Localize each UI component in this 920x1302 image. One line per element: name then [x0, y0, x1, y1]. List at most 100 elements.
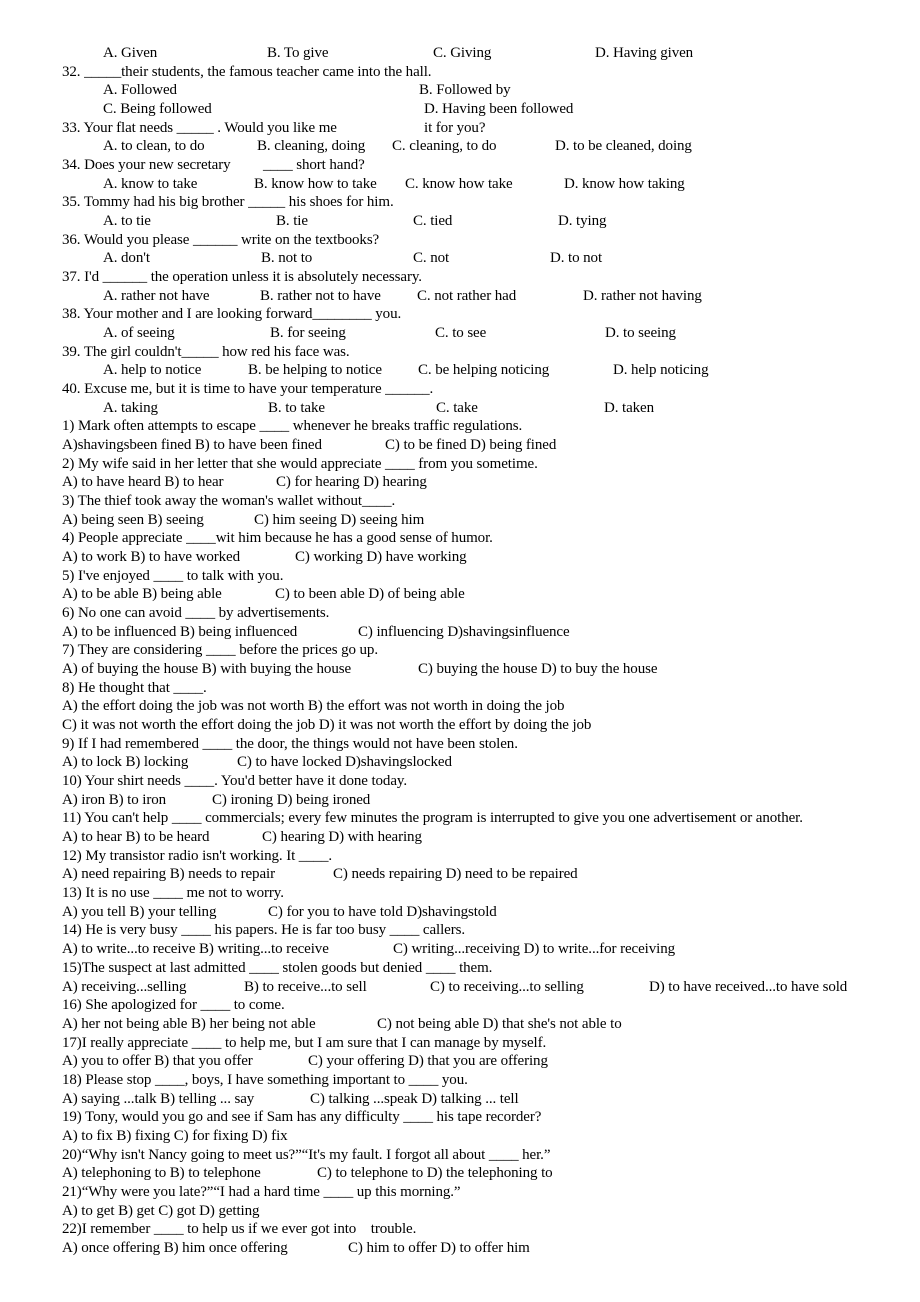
answer-option: C. not rather had — [417, 287, 517, 304]
question-text: 5) I've enjoyed ____ to talk with you. — [62, 567, 284, 584]
answer-option: A) to work B) to have worked — [62, 549, 240, 566]
answer-option: C) influencing D)shavingsinfluence — [358, 623, 570, 640]
answer-option: D. to not — [550, 250, 603, 267]
answer-option: A. rather not have — [103, 287, 210, 304]
answer-option: D. taken — [604, 399, 655, 416]
answer-option: B. for seeing — [270, 325, 346, 342]
question-text: 35. Tommy had his big brother _____ his … — [62, 194, 394, 211]
answer-option: C) needs repairing D) need to be repaire… — [333, 866, 578, 883]
answer-option: A) receiving...selling — [62, 978, 187, 995]
answer-option: A. help to notice — [103, 362, 202, 379]
question-text: ____ short hand? — [263, 157, 365, 174]
answer-option: C) to receiving...to selling — [430, 978, 584, 995]
answer-option: B. to take — [268, 399, 325, 416]
answer-option: C) him seeing D) seeing him — [254, 511, 425, 528]
answer-option: C) for hearing D) hearing — [276, 474, 427, 491]
answer-option: A)shavingsbeen fined B) to have been fin… — [62, 437, 322, 454]
answer-option: C) to been able D) of being able — [275, 586, 465, 603]
answer-option: A) to fix B) fixing C) for fixing D) fix — [62, 1127, 288, 1144]
answer-option: C. Giving — [433, 45, 492, 61]
answer-option: C) working D) have working — [295, 549, 467, 566]
answer-option: D. help noticing — [613, 362, 709, 379]
answer-option: C) to have locked D)shavingslocked — [237, 754, 452, 771]
question-text: 1) Mark often attempts to escape ____ wh… — [62, 418, 523, 435]
answer-option: A. Given — [103, 45, 158, 61]
question-text: 14) He is very busy ____ his papers. He … — [62, 922, 466, 939]
answer-option: A) being seen B) seeing — [62, 511, 204, 528]
answer-option: A) once offering B) him once offering — [62, 1239, 288, 1256]
answer-option: B. not to — [261, 250, 313, 267]
question-text: 36. Would you please ______ write on the… — [62, 231, 380, 248]
answer-option: D. know how taking — [564, 175, 685, 192]
answer-option: A. to clean, to do — [103, 138, 205, 155]
answer-option: A. to tie — [103, 213, 151, 230]
answer-option: C. to see — [435, 325, 487, 342]
question-text: 16) She apologized for ____ to come. — [62, 997, 285, 1014]
question-text: 10) Your shirt needs ____. You'd better … — [62, 773, 407, 790]
answer-option: B. rather not to have — [260, 287, 381, 304]
answer-option: A) iron B) to iron — [62, 791, 167, 808]
answer-option: C. take — [436, 399, 478, 416]
answer-option: C. know how take — [405, 175, 513, 192]
answer-option: A) to write...to receive B) writing...to… — [62, 941, 329, 958]
answer-option: A. don't — [103, 250, 150, 267]
answer-option: C) hearing D) with hearing — [262, 829, 422, 846]
question-text: 13) It is no use ____ me not to worry. — [62, 885, 284, 902]
question-text: 33. Your flat needs _____ . Would you li… — [62, 119, 337, 136]
answer-option: A) to get B) get C) got D) getting — [62, 1202, 260, 1219]
answer-option: C) to telephone to D) the telephoning to — [317, 1165, 553, 1182]
answer-option: B. Followed by — [419, 82, 511, 99]
question-text: 18) Please stop ____, boys, I have somet… — [62, 1071, 468, 1088]
question-text: 40. Excuse me, but it is time to have yo… — [62, 381, 434, 398]
answer-option: B. know how to take — [254, 175, 377, 192]
answer-option: A. of seeing — [103, 325, 175, 342]
answer-option: D. Having given — [595, 45, 694, 61]
answer-option: C. cleaning, to do — [392, 138, 497, 155]
answer-option: C) buying the house D) to buy the house — [418, 661, 658, 678]
answer-option: D. to be cleaned, doing — [555, 138, 692, 155]
answer-option: B) to receive...to sell — [244, 978, 367, 995]
question-text: 22)I remember ____ to help us if we ever… — [62, 1221, 417, 1238]
answer-option: A) her not being able B) her being not a… — [62, 1015, 316, 1032]
question-text: 34. Does your new secretary — [62, 157, 231, 174]
answer-option: A) to hear B) to be heard — [62, 829, 210, 846]
question-text: 4) People appreciate ____wit him because… — [62, 530, 493, 547]
answer-option: C. be helping noticing — [418, 362, 550, 379]
answer-option: A) of buying the house B) with buying th… — [62, 661, 352, 678]
answer-option: C) him to offer D) to offer him — [348, 1239, 530, 1256]
answer-option: D) to have received...to have sold — [649, 978, 848, 995]
answer-option: A) saying ...talk B) telling ... say — [62, 1090, 255, 1107]
answer-option: C) ironing D) being ironed — [212, 791, 371, 808]
question-text: 15)The suspect at last admitted ____ sto… — [62, 959, 493, 976]
answer-option: A) you to offer B) that you offer — [62, 1053, 253, 1070]
answer-option: A) telephoning to B) to telephone — [62, 1165, 261, 1182]
answer-option: A) to lock B) locking — [62, 754, 189, 771]
answer-option: C) to be fined D) being fined — [385, 437, 557, 454]
answer-option: B. tie — [276, 213, 308, 230]
question-text: it for you? — [424, 119, 486, 136]
question-text: 3) The thief took away the woman's walle… — [62, 493, 396, 510]
answer-option: A) the effort doing the job was not wort… — [62, 698, 565, 715]
answer-option: B. cleaning, doing — [257, 138, 366, 155]
answer-option: A. taking — [103, 399, 158, 416]
question-text: 8) He thought that ____. — [62, 679, 207, 696]
answer-option: C) talking ...speak D) talking ... tell — [310, 1090, 519, 1107]
answer-option: D. rather not having — [583, 287, 702, 304]
answer-option: A) to have heard B) to hear — [62, 474, 224, 491]
answer-option: A. Followed — [103, 82, 177, 99]
answer-option: A) need repairing B) needs to repair — [62, 866, 275, 883]
answer-option: D. to seeing — [605, 325, 676, 342]
answer-option: C) not being able D) that she's not able… — [377, 1015, 622, 1032]
answer-option: B. be helping to notice — [248, 362, 382, 379]
question-text: 11) You can't help ____ commercials; eve… — [62, 810, 803, 827]
answer-option: D. Having been followed — [424, 101, 574, 117]
answer-option: C) for you to have told D)shavingstold — [268, 903, 497, 920]
answer-option: A) to be able B) being able — [62, 586, 222, 603]
answer-option: B. To give — [267, 45, 329, 61]
answer-option: C) your offering D) that you are offerin… — [308, 1053, 548, 1070]
question-text: 9) If I had remembered ____ the door, th… — [62, 735, 518, 752]
question-text: 39. The girl couldn't_____ how red his f… — [62, 343, 350, 360]
question-text: 38. Your mother and I are looking forwar… — [62, 306, 402, 323]
answer-option: A) to be influenced B) being influenced — [62, 623, 298, 640]
question-text: 32. _____their students, the famous teac… — [62, 63, 432, 80]
